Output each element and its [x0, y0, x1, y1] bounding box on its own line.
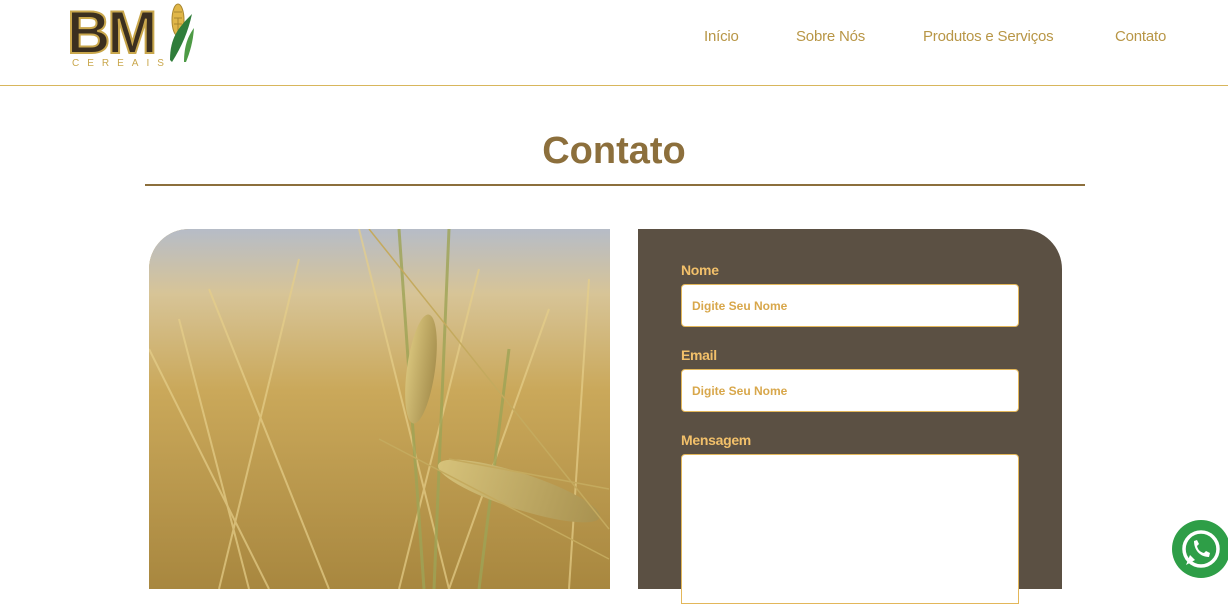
- logo[interactable]: BM CEREAIS: [64, 0, 204, 76]
- contact-form: Nome Email Mensagem: [638, 229, 1062, 604]
- logo-text: BM: [66, 0, 158, 66]
- page-title: Contato: [542, 130, 686, 172]
- logo-subtext: CEREAIS: [72, 58, 172, 69]
- whatsapp-icon: [1182, 530, 1220, 568]
- nav-inicio[interactable]: Início: [704, 28, 739, 45]
- nav-contato[interactable]: Contato: [1115, 28, 1166, 45]
- wheat-image: [149, 229, 610, 589]
- header: BM CEREAIS Início Sobre Nós Produtos e S…: [0, 0, 1228, 86]
- name-input[interactable]: [681, 284, 1019, 327]
- email-label: Email: [681, 347, 717, 363]
- corn-icon: [170, 3, 194, 62]
- title-divider: [145, 184, 1085, 186]
- message-label: Mensagem: [681, 432, 751, 448]
- whatsapp-button[interactable]: [1172, 520, 1228, 578]
- name-label: Nome: [681, 262, 719, 278]
- wheat-field-photo: [149, 229, 610, 589]
- email-input[interactable]: [681, 369, 1019, 412]
- message-textarea[interactable]: [681, 454, 1019, 604]
- nav-sobre-nos[interactable]: Sobre Nós: [796, 28, 865, 45]
- nav-produtos-servicos[interactable]: Produtos e Serviços: [923, 28, 1054, 45]
